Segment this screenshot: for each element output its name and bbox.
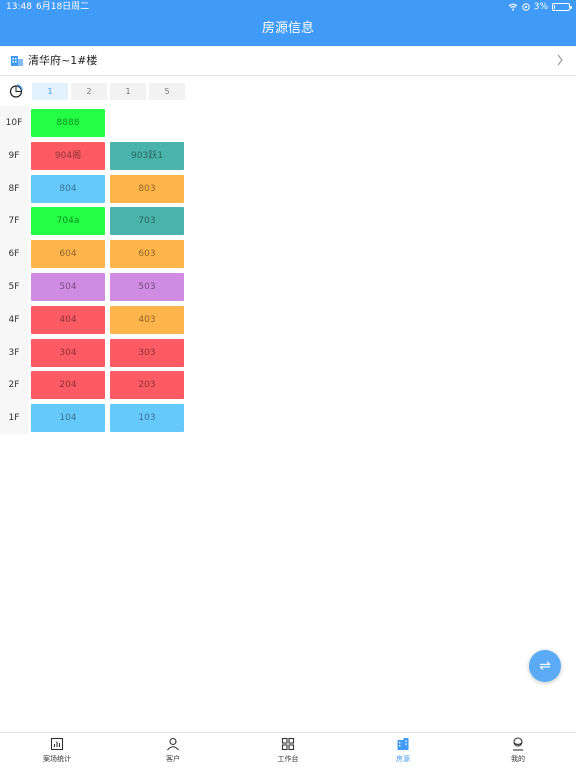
floor-label: 6F (8, 249, 20, 260)
floor-label: 9F (8, 150, 20, 161)
tab-person[interactable]: 客户 (133, 737, 213, 764)
room-cell[interactable]: 504 (31, 273, 105, 301)
room-cell[interactable]: 803 (110, 174, 184, 203)
chart-icon (50, 737, 64, 751)
room-cell[interactable]: 404 (31, 305, 105, 334)
floor-label: 5F (8, 282, 20, 292)
project-name: 清华府~1#楼 (28, 54, 98, 67)
status-bar: 13:48 6月18日周二 3% (0, 0, 576, 14)
person-icon (167, 737, 179, 751)
floor-label: 10F (5, 118, 23, 128)
tab-profile[interactable]: 我的 (478, 737, 558, 764)
room-cell[interactable]: 703 (110, 207, 184, 236)
tab-label: 我的 (511, 755, 525, 763)
bottom-tab-bar: 案场统计 客户 工作台 房源 我的 (0, 732, 576, 768)
status-date: 6月18日周二 (36, 2, 90, 12)
switch-view-button[interactable]: ⇌ (529, 650, 561, 682)
battery-icon (552, 3, 572, 11)
room-cell[interactable]: 904阁 (31, 141, 105, 170)
floor-label: 8F (8, 183, 20, 194)
room-cell[interactable]: 303 (110, 338, 184, 367)
tab-building[interactable]: 房源 (363, 737, 443, 764)
tab-label: 房源 (396, 755, 410, 763)
profile-icon (513, 737, 523, 751)
pie-chart-icon[interactable] (9, 84, 23, 98)
grid-icon (281, 737, 295, 751)
room-cell[interactable]: 8888 (31, 109, 105, 137)
app-header: 13:48 6月18日周二 3% 房源信息 (0, 0, 576, 46)
floor-label: 2F (8, 380, 20, 391)
floor-label: 7F (8, 216, 20, 227)
building-icon (397, 738, 409, 750)
status-time: 13:48 (6, 2, 32, 12)
room-cell[interactable]: 204 (31, 371, 105, 400)
room-cell[interactable]: 903跃1 (110, 141, 184, 170)
unit-tab-3[interactable]: 1 (110, 83, 146, 100)
chevron-right-icon[interactable] (556, 54, 564, 66)
rotation-lock-icon (522, 3, 530, 11)
project-selector[interactable]: 清华府~1#楼 (0, 46, 576, 76)
tab-label: 客户 (166, 755, 180, 763)
unit-tab-4[interactable]: 5 (149, 83, 185, 100)
building-icon (11, 56, 23, 66)
room-cell[interactable]: 203 (110, 371, 184, 400)
floor-label: 4F (8, 314, 20, 325)
unit-tabs: 1215 (0, 76, 576, 106)
room-cell[interactable]: 804 (31, 174, 105, 203)
tab-grid[interactable]: 工作台 (248, 737, 328, 764)
floor-label: 3F (8, 347, 20, 358)
status-right: 3% (508, 0, 572, 14)
room-cell[interactable]: 403 (110, 305, 184, 334)
tab-chart[interactable]: 案场统计 (17, 737, 97, 764)
wifi-icon (508, 3, 518, 11)
room-cell[interactable]: 503 (110, 273, 184, 301)
unit-tab-1[interactable]: 1 (32, 83, 68, 100)
room-cell[interactable]: 304 (31, 338, 105, 367)
battery-percent: 3% (533, 2, 548, 12)
page-title: 房源信息 (261, 21, 314, 36)
tab-label: 案场统计 (43, 755, 71, 763)
room-cell[interactable]: 604 (31, 240, 105, 269)
room-cell[interactable]: 704a (31, 207, 105, 236)
room-cell[interactable]: 103 (110, 404, 184, 433)
tab-label: 工作台 (277, 755, 299, 763)
room-cell[interactable]: 603 (110, 240, 184, 269)
swap-icon: ⇌ (539, 658, 551, 674)
unit-tab-2[interactable]: 2 (71, 83, 107, 100)
room-cell[interactable]: 104 (31, 404, 105, 433)
floor-label: 1F (8, 413, 20, 424)
